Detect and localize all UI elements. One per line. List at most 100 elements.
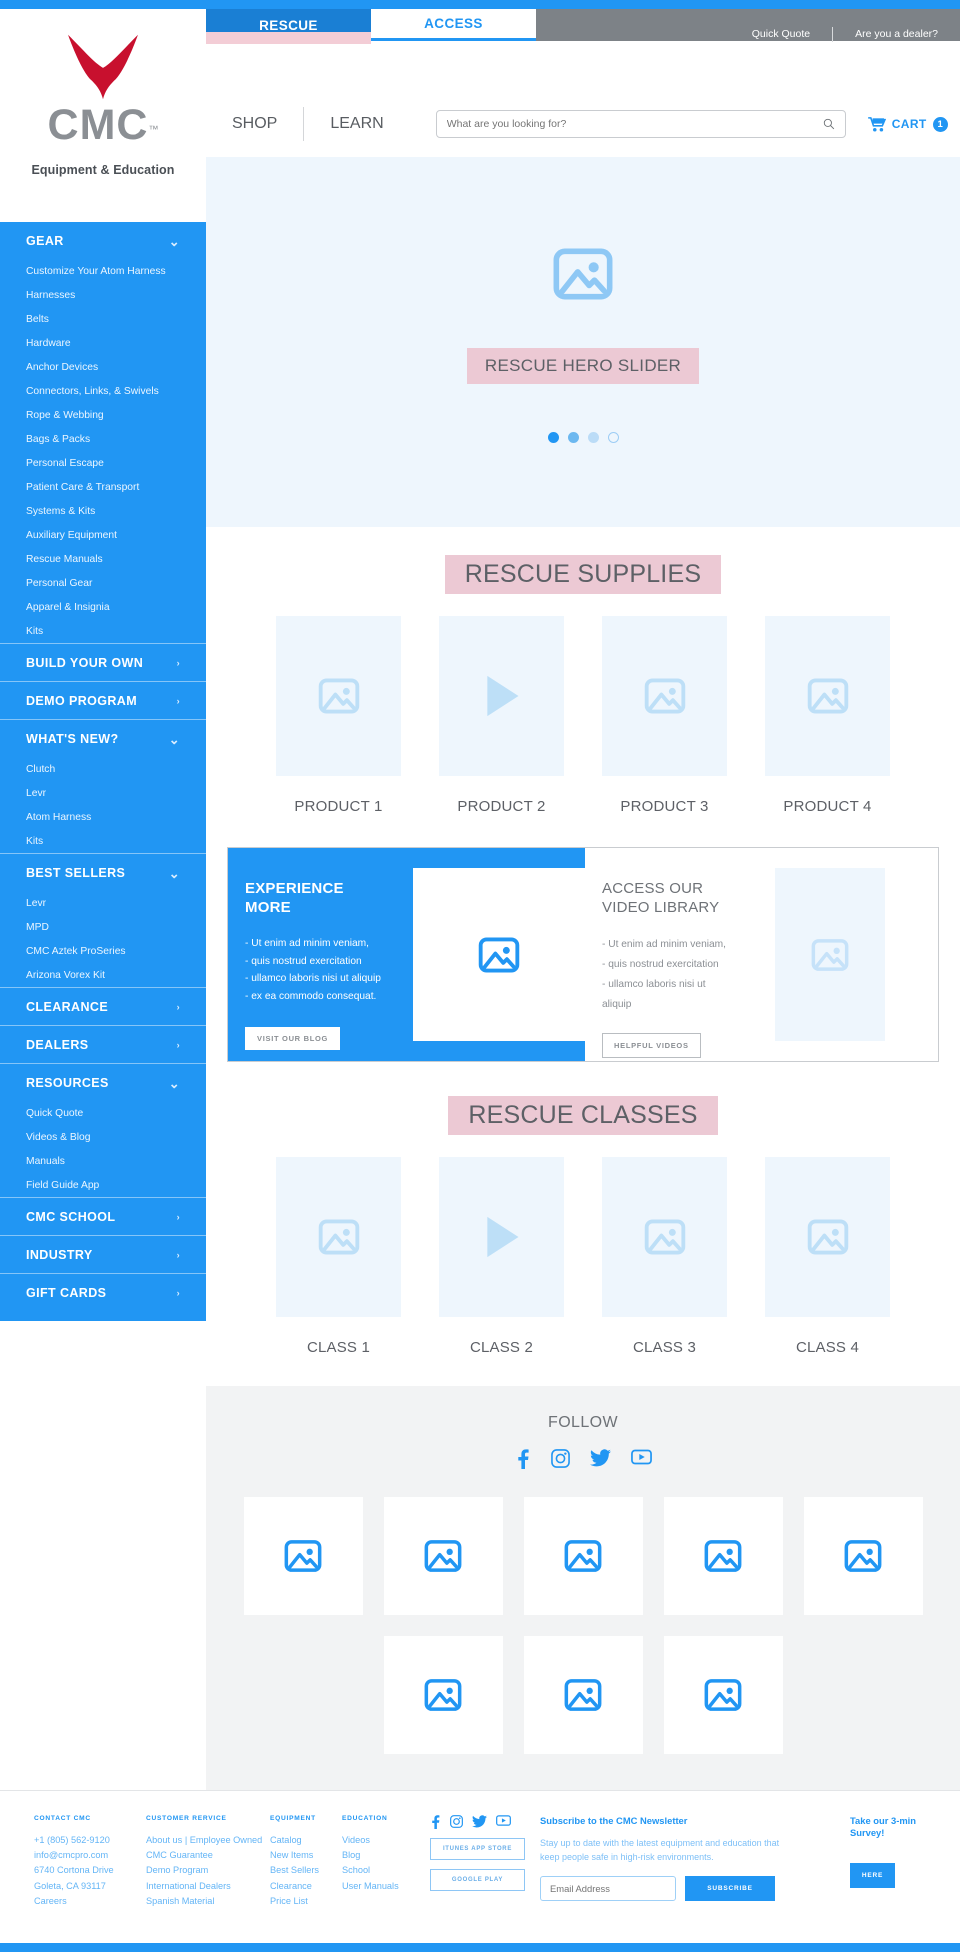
sidebar-item-mpd[interactable]: MPD bbox=[0, 915, 206, 939]
sidebar-item-customize-your-atom-harness[interactable]: Customize Your Atom Harness bbox=[0, 259, 206, 283]
sidebar-group-gift-cards[interactable]: GIFT CARDS › bbox=[0, 1273, 206, 1311]
sidebar-item-manuals[interactable]: Manuals bbox=[0, 1149, 206, 1173]
sidebar-item-bags-packs[interactable]: Bags & Packs bbox=[0, 427, 206, 451]
follow-tile[interactable] bbox=[663, 1636, 783, 1754]
footer-link[interactable]: Demo Program bbox=[146, 1863, 270, 1878]
sidebar-group-resources[interactable]: RESOURCES ⌄ bbox=[0, 1063, 206, 1101]
sidebar-item-arizona-vorex-kit[interactable]: Arizona Vorex Kit bbox=[0, 963, 206, 987]
sidebar-item-cmc-aztek-proseries[interactable]: CMC Aztek ProSeries bbox=[0, 939, 206, 963]
brand-logo[interactable]: CMC™ Equipment & Education bbox=[0, 9, 206, 177]
footer-link[interactable]: 6740 Cortona Drive bbox=[34, 1863, 146, 1878]
footer-link[interactable]: Spanish Material bbox=[146, 1894, 270, 1909]
footer-link[interactable]: Goleta, CA 93117 bbox=[34, 1879, 146, 1894]
footer-link[interactable]: +1 (805) 562-9120 bbox=[34, 1833, 146, 1848]
twitter-icon[interactable] bbox=[472, 1815, 487, 1828]
dealer-link[interactable]: Are you a dealer? bbox=[833, 28, 960, 40]
sidebar-item-auxiliary-equipment[interactable]: Auxiliary Equipment bbox=[0, 523, 206, 547]
sidebar-item-systems-kits[interactable]: Systems & Kits bbox=[0, 499, 206, 523]
follow-tile[interactable] bbox=[803, 1497, 923, 1615]
search-input[interactable] bbox=[446, 118, 823, 130]
footer-link[interactable]: School bbox=[342, 1863, 430, 1878]
product-card[interactable]: PRODUCT 2 bbox=[439, 616, 564, 815]
sidebar-item-personal-gear[interactable]: Personal Gear bbox=[0, 571, 206, 595]
newsletter-email-input[interactable] bbox=[540, 1876, 676, 1901]
instagram-icon[interactable] bbox=[450, 1815, 463, 1828]
sidebar-item-levr[interactable]: Levr bbox=[0, 781, 206, 805]
sidebar-item-rope-webbing[interactable]: Rope & Webbing bbox=[0, 403, 206, 427]
follow-tile[interactable] bbox=[383, 1497, 503, 1615]
hero-slider[interactable]: RESCUE HERO SLIDER bbox=[206, 157, 960, 527]
sidebar-item-quick-quote[interactable]: Quick Quote bbox=[0, 1101, 206, 1125]
footer-link[interactable]: Best Sellers bbox=[270, 1863, 342, 1878]
visit-our-blog-button[interactable]: VISIT OUR BLOG bbox=[245, 1027, 341, 1050]
footer-link[interactable]: Price List bbox=[270, 1894, 342, 1909]
sidebar-group-cmc-school[interactable]: CMC SCHOOL › bbox=[0, 1197, 206, 1235]
sidebar-group-gear[interactable]: GEAR ⌄ bbox=[0, 222, 206, 259]
google-play-button[interactable]: GOOGLE PLAY bbox=[430, 1869, 525, 1891]
sidebar-item-kits[interactable]: Kits bbox=[0, 829, 206, 853]
class-card[interactable]: CLASS 4 bbox=[765, 1157, 890, 1356]
product-card[interactable]: PRODUCT 4 bbox=[765, 616, 890, 815]
youtube-icon[interactable] bbox=[496, 1815, 511, 1826]
sidebar-group-clearance[interactable]: CLEARANCE › bbox=[0, 987, 206, 1025]
sidebar-group-what-s-new[interactable]: WHAT'S NEW? ⌄ bbox=[0, 719, 206, 757]
subscribe-button[interactable]: SUBSCRIBE bbox=[685, 1876, 775, 1901]
search-box[interactable] bbox=[435, 110, 846, 138]
slider-dot-1[interactable] bbox=[547, 431, 559, 443]
class-card[interactable]: CLASS 2 bbox=[439, 1157, 564, 1356]
follow-tile[interactable] bbox=[663, 1497, 783, 1615]
footer-link[interactable]: New Items bbox=[270, 1848, 342, 1863]
twitter-icon[interactable] bbox=[589, 1449, 611, 1467]
slider-dot-2[interactable] bbox=[567, 431, 579, 443]
sidebar-item-belts[interactable]: Belts bbox=[0, 307, 206, 331]
footer-link[interactable]: International Dealers bbox=[146, 1879, 270, 1894]
sidebar-item-videos-blog[interactable]: Videos & Blog bbox=[0, 1125, 206, 1149]
slider-dot-3[interactable] bbox=[587, 431, 599, 443]
footer-link[interactable]: Clearance bbox=[270, 1879, 342, 1894]
class-card[interactable]: CLASS 1 bbox=[276, 1157, 401, 1356]
sidebar-item-connectors-links-swivels[interactable]: Connectors, Links, & Swivels bbox=[0, 379, 206, 403]
sidebar-group-industry[interactable]: INDUSTRY › bbox=[0, 1235, 206, 1273]
itunes-app-store-button[interactable]: ITUNES APP STORE bbox=[430, 1838, 525, 1860]
sidebar-item-harnesses[interactable]: Harnesses bbox=[0, 283, 206, 307]
sidebar-item-clutch[interactable]: Clutch bbox=[0, 757, 206, 781]
sidebar-item-hardware[interactable]: Hardware bbox=[0, 331, 206, 355]
sidebar-item-field-guide-app[interactable]: Field Guide App bbox=[0, 1173, 206, 1197]
follow-tile[interactable] bbox=[523, 1497, 643, 1615]
nav-learn[interactable]: LEARN bbox=[304, 115, 409, 133]
survey-here-button[interactable]: HERE bbox=[850, 1863, 895, 1888]
sidebar-group-build-your-own[interactable]: BUILD YOUR OWN › bbox=[0, 643, 206, 681]
sidebar-item-apparel-insignia[interactable]: Apparel & Insignia bbox=[0, 595, 206, 619]
nav-shop[interactable]: SHOP bbox=[206, 115, 303, 133]
sidebar-item-rescue-manuals[interactable]: Rescue Manuals bbox=[0, 547, 206, 571]
sidebar-item-personal-escape[interactable]: Personal Escape bbox=[0, 451, 206, 475]
sidebar-item-patient-care-transport[interactable]: Patient Care & Transport bbox=[0, 475, 206, 499]
cart-button[interactable]: CART 1 bbox=[867, 116, 948, 132]
follow-tile[interactable] bbox=[523, 1636, 643, 1754]
footer-link[interactable]: CMC Guarantee bbox=[146, 1848, 270, 1863]
footer-link[interactable]: Catalog bbox=[270, 1833, 342, 1848]
sidebar-item-levr[interactable]: Levr bbox=[0, 891, 206, 915]
footer-link[interactable]: Videos bbox=[342, 1833, 430, 1848]
sidebar-group-dealers[interactable]: DEALERS › bbox=[0, 1025, 206, 1063]
facebook-icon[interactable] bbox=[515, 1449, 531, 1469]
facebook-icon[interactable] bbox=[430, 1815, 441, 1829]
instagram-icon[interactable] bbox=[550, 1449, 570, 1468]
footer-link[interactable]: Blog bbox=[342, 1848, 430, 1863]
sidebar-item-kits[interactable]: Kits bbox=[0, 619, 206, 643]
sidebar-group-best-sellers[interactable]: BEST SELLERS ⌄ bbox=[0, 853, 206, 891]
follow-tile[interactable] bbox=[243, 1497, 363, 1615]
slider-dot-4[interactable] bbox=[607, 431, 619, 443]
product-card[interactable]: PRODUCT 3 bbox=[602, 616, 727, 815]
follow-tile[interactable] bbox=[383, 1636, 503, 1754]
footer-link[interactable]: About us | Employee Owned bbox=[146, 1833, 270, 1848]
product-card[interactable]: PRODUCT 1 bbox=[276, 616, 401, 815]
footer-link[interactable]: Careers bbox=[34, 1894, 146, 1909]
sidebar-item-anchor-devices[interactable]: Anchor Devices bbox=[0, 355, 206, 379]
sidebar-item-atom-harness[interactable]: Atom Harness bbox=[0, 805, 206, 829]
tab-access[interactable]: ACCESS bbox=[371, 9, 536, 41]
youtube-icon[interactable] bbox=[630, 1449, 652, 1465]
sidebar-group-demo-program[interactable]: DEMO PROGRAM › bbox=[0, 681, 206, 719]
quick-quote-link[interactable]: Quick Quote bbox=[730, 28, 832, 40]
class-card[interactable]: CLASS 3 bbox=[602, 1157, 727, 1356]
